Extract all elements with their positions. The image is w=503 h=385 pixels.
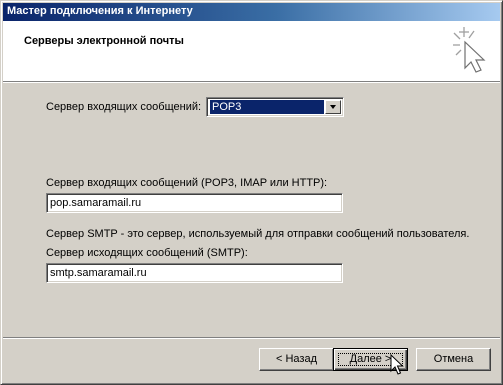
- wizard-header: Серверы электронной почты: [3, 21, 500, 81]
- window-title: Мастер подключения к Интернету: [7, 5, 193, 17]
- title-bar[interactable]: Мастер подключения к Интернету: [3, 3, 500, 21]
- mouse-pointer-icon: [390, 354, 404, 375]
- outgoing-server-label: Сервер исходящих сообщений (SMTP):: [46, 247, 248, 259]
- cancel-button-label: Отмена: [433, 353, 474, 365]
- footer-divider: [3, 337, 500, 339]
- incoming-type-label: Сервер входящих сообщений:: [46, 101, 202, 113]
- incoming-server-input[interactable]: [50, 196, 339, 210]
- incoming-server-field[interactable]: [46, 193, 343, 213]
- back-button-label: < Назад: [276, 353, 317, 365]
- incoming-type-dropdown[interactable]: POP3: [206, 97, 344, 117]
- outgoing-server-input[interactable]: [50, 266, 339, 280]
- smtp-note: Сервер SMTP - это сервер, используемый д…: [46, 228, 470, 240]
- wizard-window: Мастер подключения к Интернету Серверы э…: [0, 0, 503, 385]
- wizard-sparkle-icon: [453, 27, 486, 73]
- outgoing-server-field[interactable]: [46, 263, 343, 283]
- incoming-server-label: Сервер входящих сообщений (POP3, IMAP ил…: [46, 177, 328, 189]
- page-heading: Серверы электронной почты: [24, 35, 184, 47]
- cancel-button[interactable]: Отмена: [416, 348, 491, 371]
- dropdown-arrow-icon[interactable]: [325, 100, 341, 114]
- incoming-type-value: POP3: [210, 100, 324, 114]
- back-button[interactable]: < Назад: [259, 348, 334, 371]
- header-divider: [3, 81, 500, 83]
